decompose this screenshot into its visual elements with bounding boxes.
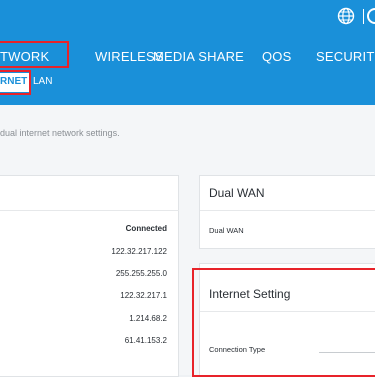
globe-icon[interactable] [337, 7, 355, 25]
dns-primary-value: 1.214.68.2 [129, 314, 167, 323]
ip-address-value: 122.32.217.122 [111, 247, 167, 256]
dual-wan-label: Dual WAN [209, 226, 244, 235]
gateway-value: 122.32.217.1 [120, 291, 167, 300]
page-description: dual internet network settings. [0, 128, 120, 138]
subnav-lan[interactable]: LAN [33, 76, 52, 87]
subnet-mask-value: 255.255.255.0 [115, 269, 167, 278]
nav-qos[interactable]: QOS [262, 49, 292, 64]
nav-network-highlight [0, 41, 69, 68]
status-card-divider [0, 210, 179, 211]
dns-secondary-value: 61.41.153.2 [124, 336, 167, 345]
internet-setting-highlight [192, 268, 375, 377]
nav-media-share[interactable]: MEDIA SHARE [153, 49, 244, 64]
user-icon[interactable] [367, 8, 375, 24]
connection-status-value: Connected [125, 224, 167, 233]
dual-wan-title: Dual WAN [209, 186, 265, 200]
subnav-internet-highlight [0, 70, 31, 95]
dual-wan-divider [200, 210, 375, 211]
header-divider [363, 9, 364, 24]
top-header: TWORK WIRELESS MEDIA SHARE QOS SECURITY … [0, 0, 375, 105]
nav-security[interactable]: SECURITY [316, 49, 375, 64]
